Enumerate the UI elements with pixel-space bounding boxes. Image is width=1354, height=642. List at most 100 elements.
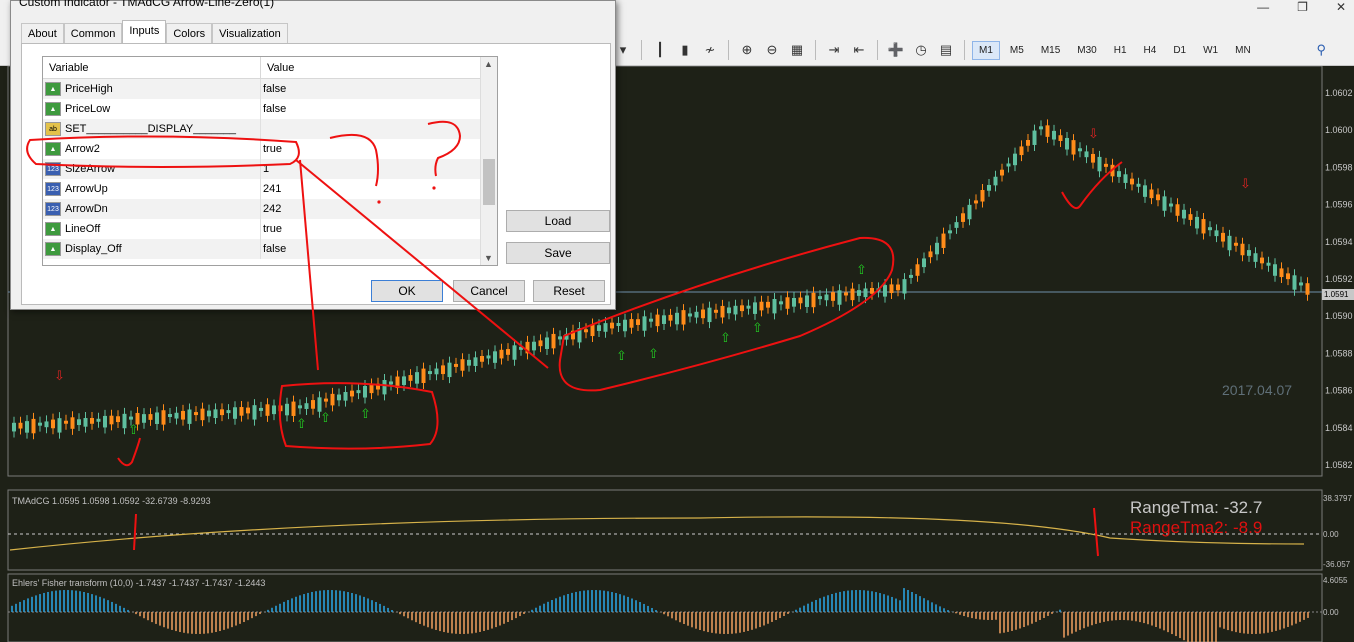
param-value[interactable]: 1 [261, 163, 269, 175]
line-chart-icon[interactable]: ≁ [699, 39, 721, 61]
param-value[interactable]: false [261, 83, 286, 95]
candle-body [876, 288, 881, 292]
timeframe-m15[interactable]: M15 [1034, 41, 1067, 60]
grid-row-pricehigh[interactable]: ▲ PriceHigh false [43, 79, 497, 99]
candle-body [415, 372, 419, 384]
candle-body [324, 398, 328, 402]
grid-row-arrowdn[interactable]: 123 ArrowDn 242 [43, 199, 497, 219]
candle-body [233, 407, 237, 419]
price-axis-label: 1.0586 [1325, 386, 1353, 396]
autoscroll-icon[interactable]: ⇥ [823, 39, 845, 61]
candle-body [590, 324, 595, 337]
candle-body [174, 412, 179, 419]
candle-body [207, 410, 211, 417]
candle-body [558, 336, 562, 340]
timeframe-w1[interactable]: W1 [1196, 41, 1225, 60]
candle-body [727, 307, 731, 314]
close-icon[interactable]: ✕ [1336, 0, 1346, 14]
bar-chart-icon[interactable]: ┃ [649, 39, 671, 61]
tab-colors[interactable]: Colors [166, 23, 213, 43]
param-value[interactable]: 241 [261, 183, 281, 195]
tab-common[interactable]: Common [63, 23, 123, 43]
candle-body [330, 393, 335, 406]
add-indicator-icon[interactable]: ➕ [885, 39, 907, 61]
param-value[interactable]: true [261, 143, 282, 155]
candle-body [655, 314, 660, 327]
grid-row-display-off[interactable]: ▲ Display_Off false [43, 239, 497, 259]
timeframe-h4[interactable]: H4 [1137, 41, 1164, 60]
candle-body [1273, 264, 1277, 276]
param-value[interactable]: false [261, 243, 286, 255]
candle-body [1078, 148, 1082, 152]
current-price-label: 1.0591 [1322, 289, 1354, 300]
tile-icon[interactable]: ▦ [786, 39, 808, 61]
timeframe-d1[interactable]: D1 [1166, 41, 1193, 60]
ok-button[interactable]: OK [371, 280, 443, 302]
tma-axis-zero: 0.00 [1323, 530, 1339, 539]
candle-body [759, 301, 764, 311]
candle-body [239, 407, 244, 416]
save-button[interactable]: Save [506, 242, 610, 264]
candle-body [772, 299, 777, 314]
grid-row-arrowup[interactable]: 123 ArrowUp 241 [43, 179, 497, 199]
restore-icon[interactable]: ❐ [1297, 0, 1308, 14]
candle-body [1026, 140, 1030, 146]
candle-body [389, 381, 393, 385]
tma-axis-bottom: -36.057 [1323, 560, 1351, 569]
search-icon[interactable]: ⚲ [1316, 42, 1326, 58]
column-value[interactable]: Value [261, 57, 300, 78]
candle-body [928, 251, 933, 258]
chart-shift-icon[interactable]: ⇤ [848, 39, 870, 61]
range-tma-label: RangeTma: [1130, 498, 1219, 517]
grid-row-lineoff[interactable]: ▲ LineOff true [43, 219, 497, 239]
price-axis-label: 1.0594 [1325, 237, 1353, 247]
load-button[interactable]: Load [506, 210, 610, 232]
column-variable[interactable]: Variable [43, 57, 261, 78]
signal-up-arrow: ⇧ [720, 331, 731, 346]
grid-row-pricelow[interactable]: ▲ PriceLow false [43, 99, 497, 119]
scroll-up-icon[interactable]: ▲ [484, 59, 493, 69]
minimize-icon[interactable]: — [1257, 0, 1269, 14]
tab-about[interactable]: About [21, 23, 64, 43]
candle-body [584, 329, 588, 333]
candle-body [421, 368, 426, 383]
scroll-down-icon[interactable]: ▼ [484, 253, 493, 263]
grid-row-arrow2[interactable]: ▲ Arrow2 true [43, 139, 497, 159]
param-value[interactable]: false [261, 103, 286, 115]
timeframe-h1[interactable]: H1 [1107, 41, 1134, 60]
candle-body [785, 297, 790, 309]
param-name: PriceHigh [65, 83, 113, 95]
candle-body [1240, 243, 1245, 256]
cancel-button[interactable]: Cancel [453, 280, 525, 302]
tab-visualization[interactable]: Visualization [212, 23, 288, 43]
template-icon[interactable]: ▤ [935, 39, 957, 61]
param-value[interactable]: true [261, 223, 282, 235]
candle-body [1123, 174, 1128, 183]
candle-body [824, 294, 829, 301]
clock-icon[interactable]: ◷ [910, 39, 932, 61]
grid-scrollbar[interactable]: ▲ ▼ [480, 57, 497, 265]
grid-row-sizearrow[interactable]: 123 SizeArrow 1 [43, 159, 497, 179]
candle-body [1208, 227, 1212, 231]
window-controls: — ❐ ✕ [1257, 0, 1346, 14]
candle-body [967, 204, 972, 220]
candle-body [681, 310, 686, 325]
timeframe-m1[interactable]: M1 [972, 40, 1000, 60]
candle-body [746, 305, 751, 309]
scroll-thumb[interactable] [483, 159, 495, 205]
timeframe-m30[interactable]: M30 [1070, 41, 1103, 60]
zoom-out-icon[interactable]: ⊖ [761, 39, 783, 61]
zoom-in-icon[interactable]: ⊕ [736, 39, 758, 61]
tab-inputs[interactable]: Inputs [122, 20, 167, 43]
range-tma2-label: RangeTma2: [1130, 518, 1229, 537]
candle-body [493, 351, 497, 363]
int-param-icon: 123 [45, 182, 61, 196]
timeframe-mn[interactable]: MN [1228, 41, 1258, 60]
candlestick-icon[interactable]: ▮ [674, 39, 696, 61]
candle-body [915, 264, 920, 276]
reset-button[interactable]: Reset [533, 280, 605, 302]
grid-row-set-display[interactable]: ab SET__________DISPLAY_______ [43, 119, 497, 139]
timeframe-m5[interactable]: M5 [1003, 41, 1031, 60]
candle-body [220, 409, 224, 416]
param-value[interactable]: 242 [261, 203, 281, 215]
